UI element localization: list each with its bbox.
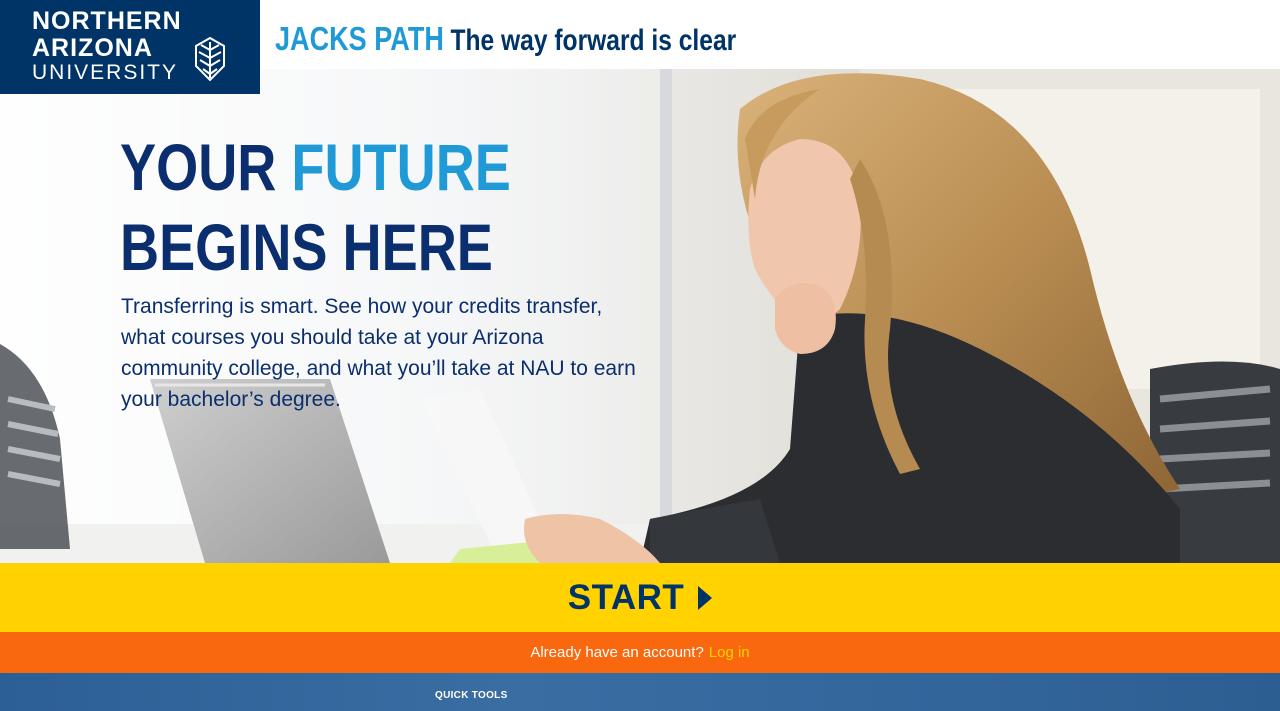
hero-intro-text: Transferring is smart. See how your cred… <box>121 295 636 411</box>
jacks-path-brand[interactable]: JACKS PATH The way forward is clear <box>275 20 736 58</box>
login-bar: Already have an account? Log in <box>0 632 1280 673</box>
logo-line-university: UNIVERSITY <box>32 61 179 84</box>
login-link[interactable]: Log in <box>709 644 750 661</box>
nau-pine-emblem-icon <box>195 36 225 82</box>
headline-begins-here: BEGINS HERE <box>120 210 493 284</box>
logo-line-northern: NORTHERN <box>32 7 182 35</box>
quick-tools-label[interactable]: QUICK TOOLS <box>435 690 508 701</box>
headline-your: YOUR <box>120 130 277 204</box>
brand-name: JACKS PATH <box>275 20 444 57</box>
start-button[interactable]: START <box>0 563 1280 632</box>
logo-line-arizona: ARIZONA <box>32 34 153 62</box>
quick-tools-bar: QUICK TOOLS <box>0 673 1280 711</box>
brand-tagline: The way forward is clear <box>450 24 737 57</box>
hero-headline: YOUR FUTURE BEGINS HERE <box>120 127 511 287</box>
caret-right-icon <box>698 585 713 610</box>
headline-future: FUTURE <box>291 130 511 204</box>
login-prompt: Already have an account? <box>530 644 704 661</box>
nau-logo[interactable]: NORTHERN ARIZONA UNIVERSITY <box>0 0 260 94</box>
start-label: START <box>567 577 685 617</box>
